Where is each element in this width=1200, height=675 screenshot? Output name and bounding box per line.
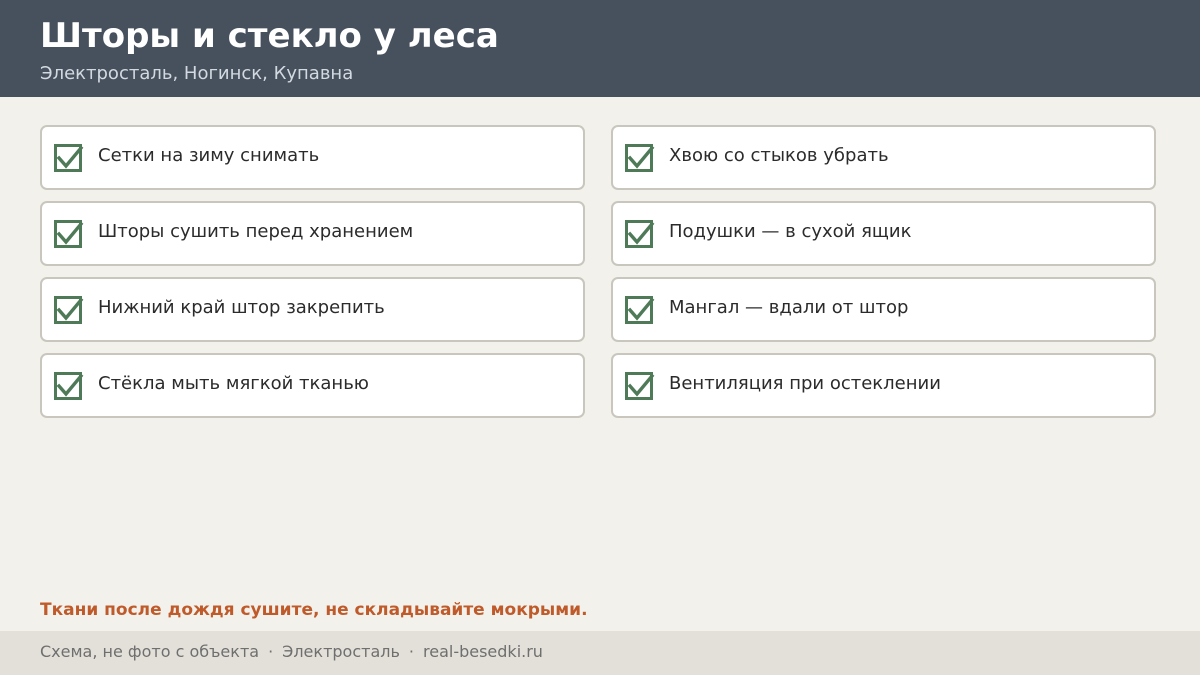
page: Шторы и стекло у леса Электросталь, Ноги… [0,0,1200,675]
footer: Схема, не фото с объекта · Электросталь · re… [0,631,1200,675]
checklist-item-label: Сетки на зиму снимать [98,145,320,166]
checkbox-checked-icon[interactable] [625,220,655,250]
footer-city: Электросталь [282,642,400,661]
footer-site-link[interactable]: real-besedki.ru [423,642,543,661]
checklist-item-label: Шторы сушить перед хранением [98,221,414,242]
checkbox-checked-icon[interactable] [54,220,84,250]
checkbox-checked-icon[interactable] [625,296,655,326]
checklist-item[interactable]: Подушки — в сухой ящик [611,201,1156,266]
care-note: Ткани после дождя сушите, не складывайте… [40,600,588,620]
checklist-grid: Сетки на зиму снимать Хвою со стыков убр… [40,125,1156,418]
checklist-item[interactable]: Вентиляция при остеклении [611,353,1156,418]
page-title: Шторы и стекло у леса [40,16,499,56]
checklist-item[interactable]: Сетки на зиму снимать [40,125,585,190]
footer-separator: · [268,642,274,661]
checklist-item[interactable]: Шторы сушить перед хранением [40,201,585,266]
footer-disclaimer: Схема, не фото с объекта [40,642,260,661]
checkbox-checked-icon[interactable] [54,372,84,402]
checklist-item-label: Стёкла мыть мягкой тканью [98,373,369,394]
checkbox-checked-icon[interactable] [54,296,84,326]
checklist-item-label: Мангал — вдали от штор [669,297,909,318]
checkbox-checked-icon[interactable] [54,144,84,174]
checklist-item[interactable]: Хвою со стыков убрать [611,125,1156,190]
header: Шторы и стекло у леса Электросталь, Ноги… [0,0,1200,97]
footer-text: Схема, не фото с объекта · Электросталь · re… [40,642,543,662]
checklist-item-label: Нижний край штор закрепить [98,297,385,318]
checklist-item[interactable]: Нижний край штор закрепить [40,277,585,342]
checklist-item-label: Подушки — в сухой ящик [669,221,912,242]
page-subtitle: Электросталь, Ногинск, Купавна [40,63,354,84]
checklist-item-label: Вентиляция при остеклении [669,373,941,394]
checkbox-checked-icon[interactable] [625,372,655,402]
checkbox-checked-icon[interactable] [625,144,655,174]
checklist-item[interactable]: Стёкла мыть мягкой тканью [40,353,585,418]
checklist-item-label: Хвою со стыков убрать [669,145,889,166]
checklist-item[interactable]: Мангал — вдали от штор [611,277,1156,342]
footer-separator: · [408,642,414,661]
